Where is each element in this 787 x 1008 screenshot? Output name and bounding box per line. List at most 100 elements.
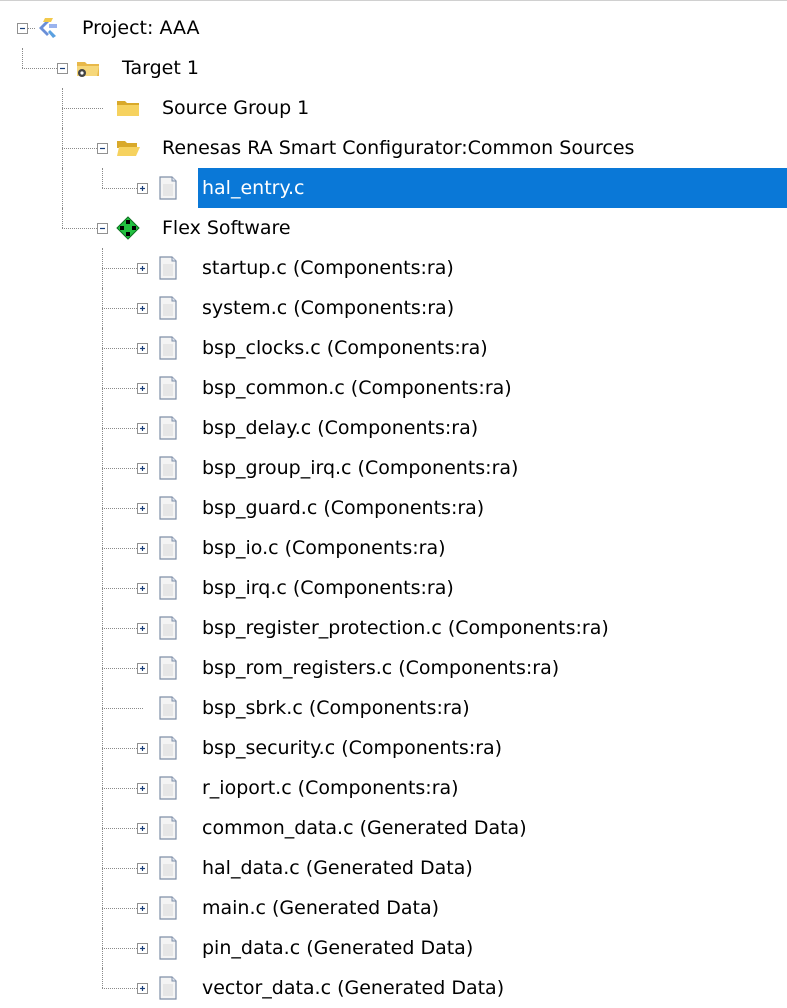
expand-icon[interactable]: [137, 943, 148, 954]
collapse-icon[interactable]: [57, 63, 68, 74]
tree-item-label[interactable]: bsp_clocks.c (Components:ra): [198, 333, 492, 363]
file-icon: [155, 416, 181, 440]
tree-item-bsp-guard-c-components-ra[interactable]: bsp_guard.c (Components:ra): [0, 488, 787, 528]
tree-item-label[interactable]: system.c (Components:ra): [198, 293, 458, 323]
tree-item-bsp-register-protection-c-components-ra[interactable]: bsp_register_protection.c (Components:ra…: [0, 608, 787, 648]
file-icon: [155, 256, 181, 280]
tree-item-r-ioport-c-components-ra[interactable]: r_ioport.c (Components:ra): [0, 768, 787, 808]
expand-icon[interactable]: [137, 543, 148, 554]
tree-item-label[interactable]: pin_data.c (Generated Data): [198, 933, 477, 963]
tree-item-bsp-sbrk-c-components-ra[interactable]: bsp_sbrk.c (Components:ra): [0, 688, 787, 728]
expand-icon[interactable]: [137, 783, 148, 794]
tree-connector: [102, 708, 143, 709]
tree-item-label[interactable]: common_data.c (Generated Data): [198, 813, 531, 843]
file-icon: [155, 896, 181, 920]
tree-item-label[interactable]: hal_data.c (Generated Data): [198, 853, 477, 883]
file-icon: [155, 616, 181, 640]
tree-item-label[interactable]: bsp_sbrk.c (Components:ra): [198, 693, 474, 723]
tree-item-label[interactable]: bsp_rom_registers.c (Components:ra): [198, 653, 563, 683]
tree-item-label[interactable]: main.c (Generated Data): [198, 893, 443, 923]
tree-item-label[interactable]: bsp_io.c (Components:ra): [198, 533, 450, 563]
collapse-icon[interactable]: [97, 143, 108, 154]
file-icon: [155, 296, 181, 320]
tree-item-hal-data-c-generated-data[interactable]: hal_data.c (Generated Data): [0, 848, 787, 888]
expand-icon[interactable]: [137, 863, 148, 874]
tree-item-system-c-components-ra[interactable]: system.c (Components:ra): [0, 288, 787, 328]
tree-connector: [28, 28, 35, 29]
tree-item-label[interactable]: startup.c (Components:ra): [198, 253, 458, 283]
tree-item-label[interactable]: bsp_delay.c (Components:ra): [198, 413, 482, 443]
tree-item-target-1[interactable]: Target 1: [0, 48, 787, 88]
tree-connector: [62, 208, 63, 228]
tree-item-vector-data-c-generated-data[interactable]: vector_data.c (Generated Data): [0, 968, 787, 1008]
tree-item-bsp-clocks-c-components-ra[interactable]: bsp_clocks.c (Components:ra): [0, 328, 787, 368]
tree-item-label[interactable]: Flex Software: [158, 213, 295, 243]
tree-item-label[interactable]: bsp_register_protection.c (Components:ra…: [198, 613, 613, 643]
file-icon: [155, 976, 181, 1000]
file-icon: [155, 776, 181, 800]
file-icon: [155, 376, 181, 400]
tree-item-project-aaa[interactable]: Project: AAA: [0, 8, 787, 48]
tree-item-pin-data-c-generated-data[interactable]: pin_data.c (Generated Data): [0, 928, 787, 968]
tree-item-renesas-ra-smart-configurator-common-sources[interactable]: Renesas RA Smart Configurator:Common Sou…: [0, 128, 787, 168]
tree-item-bsp-group-irq-c-components-ra[interactable]: bsp_group_irq.c (Components:ra): [0, 448, 787, 488]
tree-item-label[interactable]: Project: AAA: [78, 13, 204, 43]
expand-icon[interactable]: [137, 343, 148, 354]
tree-item-label[interactable]: hal_entry.c: [198, 168, 787, 208]
tree-item-source-group-1[interactable]: Source Group 1: [0, 88, 787, 128]
tree-item-label[interactable]: Target 1: [118, 53, 203, 83]
tree-item-bsp-delay-c-components-ra[interactable]: bsp_delay.c (Components:ra): [0, 408, 787, 448]
tree-item-common-data-c-generated-data[interactable]: common_data.c (Generated Data): [0, 808, 787, 848]
tree-item-flex-software[interactable]: Flex Software: [0, 208, 787, 248]
collapse-icon[interactable]: [17, 23, 28, 34]
tree-item-label[interactable]: bsp_irq.c (Components:ra): [198, 573, 458, 603]
tree-item-label[interactable]: bsp_guard.c (Components:ra): [198, 493, 488, 523]
tree-item-bsp-security-c-components-ra[interactable]: bsp_security.c (Components:ra): [0, 728, 787, 768]
file-icon: [155, 856, 181, 880]
tree-item-label[interactable]: r_ioport.c (Components:ra): [198, 773, 463, 803]
expand-icon[interactable]: [137, 303, 148, 314]
tree-item-bsp-io-c-components-ra[interactable]: bsp_io.c (Components:ra): [0, 528, 787, 568]
tree-item-label[interactable]: bsp_group_irq.c (Components:ra): [198, 453, 522, 483]
expand-icon[interactable]: [137, 983, 148, 994]
expand-icon[interactable]: [137, 743, 148, 754]
project-tree[interactable]: Project: AAA Target 1 Source Group 1 Renesa…: [0, 8, 787, 1008]
tree-item-bsp-common-c-components-ra[interactable]: bsp_common.c (Components:ra): [0, 368, 787, 408]
component-icon: [115, 216, 141, 240]
tree-connector: [62, 108, 103, 109]
folder-icon: [115, 96, 141, 120]
expand-icon[interactable]: [137, 823, 148, 834]
open-folder-icon: [115, 136, 141, 160]
project-icon: [35, 16, 61, 40]
collapse-icon[interactable]: [97, 223, 108, 234]
tree-item-label[interactable]: Source Group 1: [158, 93, 313, 123]
tree-item-hal-entry-c[interactable]: hal_entry.c: [0, 168, 787, 208]
tree-item-label[interactable]: Renesas RA Smart Configurator:Common Sou…: [158, 133, 638, 163]
tree-connector: [102, 968, 103, 988]
file-icon: [155, 536, 181, 560]
tree-item-label[interactable]: bsp_common.c (Components:ra): [198, 373, 516, 403]
file-icon: [155, 936, 181, 960]
tree-item-main-c-generated-data[interactable]: main.c (Generated Data): [0, 888, 787, 928]
tree-connector: [62, 168, 63, 208]
expand-icon[interactable]: [137, 383, 148, 394]
expand-icon[interactable]: [137, 183, 148, 194]
expand-icon[interactable]: [137, 503, 148, 514]
file-icon: [155, 736, 181, 760]
tree-item-label[interactable]: bsp_security.c (Components:ra): [198, 733, 506, 763]
expand-icon[interactable]: [137, 623, 148, 634]
expand-icon[interactable]: [137, 583, 148, 594]
expand-icon[interactable]: [137, 463, 148, 474]
expand-icon[interactable]: [137, 423, 148, 434]
tree-item-bsp-rom-registers-c-components-ra[interactable]: bsp_rom_registers.c (Components:ra): [0, 648, 787, 688]
tree-item-startup-c-components-ra[interactable]: startup.c (Components:ra): [0, 248, 787, 288]
file-icon: [155, 656, 181, 680]
expand-icon[interactable]: [137, 263, 148, 274]
tree-item-label[interactable]: vector_data.c (Generated Data): [198, 973, 508, 1003]
tree-connector: [22, 48, 23, 68]
file-icon: [155, 696, 181, 720]
expand-icon[interactable]: [137, 663, 148, 674]
tree-item-bsp-irq-c-components-ra[interactable]: bsp_irq.c (Components:ra): [0, 568, 787, 608]
expand-icon[interactable]: [137, 903, 148, 914]
file-icon: [155, 336, 181, 360]
